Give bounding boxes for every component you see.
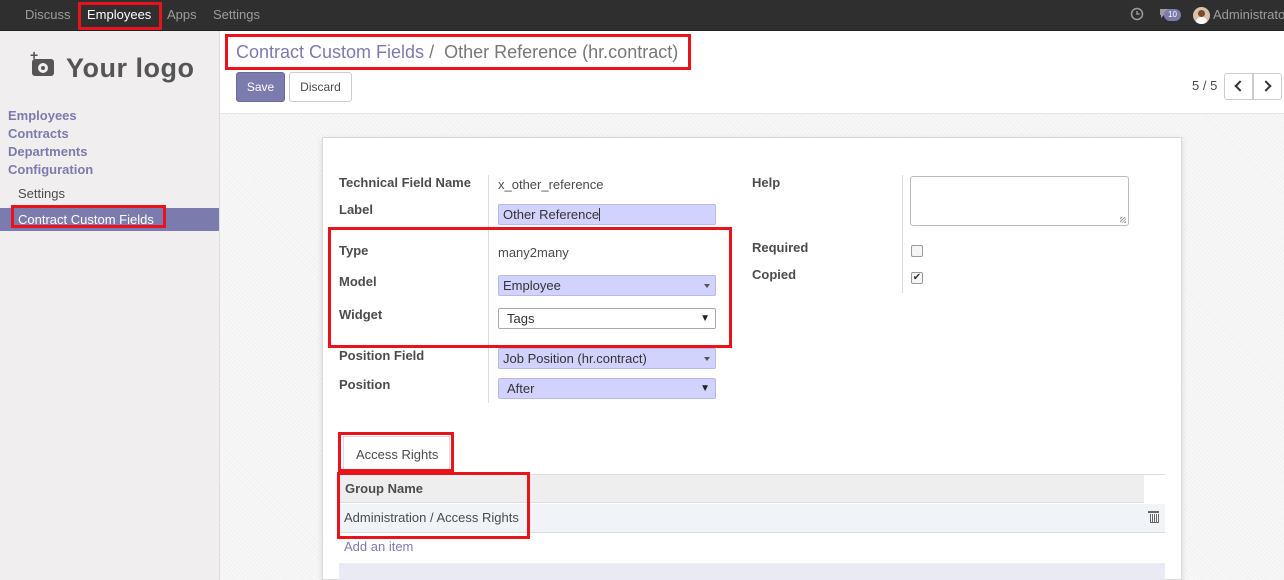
position-field-select-value: Job Position (hr.contract) — [503, 351, 647, 366]
menu-settings[interactable]: Settings — [213, 0, 260, 31]
table-footer — [339, 563, 1165, 580]
menu-apps[interactable]: Apps — [167, 0, 197, 31]
position-label: Position — [339, 377, 391, 392]
chevron-right-icon — [1260, 80, 1272, 92]
sidebar-section-configuration[interactable]: Configuration — [8, 162, 93, 177]
technical-field-name-label: Technical Field Name — [339, 175, 471, 190]
discard-button[interactable]: Discard — [289, 72, 352, 102]
user-avatar[interactable] — [1193, 7, 1210, 24]
technical-field-name-value: x_other_reference — [498, 177, 604, 192]
text-caret — [599, 208, 601, 221]
label-label: Label — [339, 202, 373, 217]
highlight-group-table — [337, 472, 530, 539]
chevron-left-icon — [1234, 80, 1246, 92]
copied-checkbox[interactable]: ✔ — [911, 272, 923, 284]
highlight-type-model-widget — [328, 227, 732, 348]
required-label: Required — [752, 240, 809, 255]
highlight-sidebar-item — [11, 205, 166, 228]
user-menu[interactable]: Administrator — [1213, 0, 1284, 30]
pager-previous-button[interactable] — [1224, 73, 1253, 100]
left-sidebar: + Your logo Employees Contracts Departme… — [0, 31, 220, 580]
sidebar-section-contracts[interactable]: Contracts — [8, 126, 69, 141]
add-item-link[interactable]: Add an item — [344, 539, 413, 554]
save-button[interactable]: Save — [236, 72, 285, 102]
trash-icon[interactable] — [1148, 511, 1159, 523]
highlight-breadcrumb — [225, 34, 691, 70]
position-field-select[interactable]: Job Position (hr.contract) — [498, 348, 716, 369]
help-label: Help — [752, 175, 781, 190]
company-logo[interactable]: + Your logo — [20, 47, 200, 94]
activity-clock-icon[interactable] — [1130, 7, 1144, 24]
notification-badge: 10 — [1164, 9, 1181, 21]
top-navbar: Discuss Employees Apps Settings 10 Admin… — [0, 0, 1284, 31]
position-field-label: Position Field — [339, 348, 425, 363]
position-select[interactable]: After ▼ — [498, 378, 716, 399]
pager-next-button[interactable] — [1253, 73, 1282, 100]
highlight-employees-menu — [78, 2, 162, 30]
sidebar-section-departments[interactable]: Departments — [8, 144, 87, 159]
triangle-down-icon: ▼ — [700, 383, 710, 394]
label-input[interactable]: Other Reference — [498, 204, 716, 225]
menu-discuss[interactable]: Discuss — [25, 0, 71, 31]
highlight-access-rights-tab — [338, 432, 454, 472]
camera-icon — [32, 59, 54, 76]
pager-counter[interactable]: 5 / 5 — [1192, 78, 1217, 93]
caret-down-icon — [704, 357, 710, 361]
copied-label: Copied — [752, 267, 797, 282]
sidebar-section-employees[interactable]: Employees — [8, 108, 77, 123]
required-checkbox[interactable] — [911, 245, 923, 257]
sidebar-item-settings[interactable]: Settings — [18, 186, 65, 201]
logo-text: Your logo — [66, 53, 195, 83]
label-input-value: Other Reference — [503, 207, 600, 222]
help-textarea[interactable] — [910, 176, 1129, 226]
right-label-column-divider — [902, 175, 903, 293]
position-select-value: After — [507, 381, 535, 396]
